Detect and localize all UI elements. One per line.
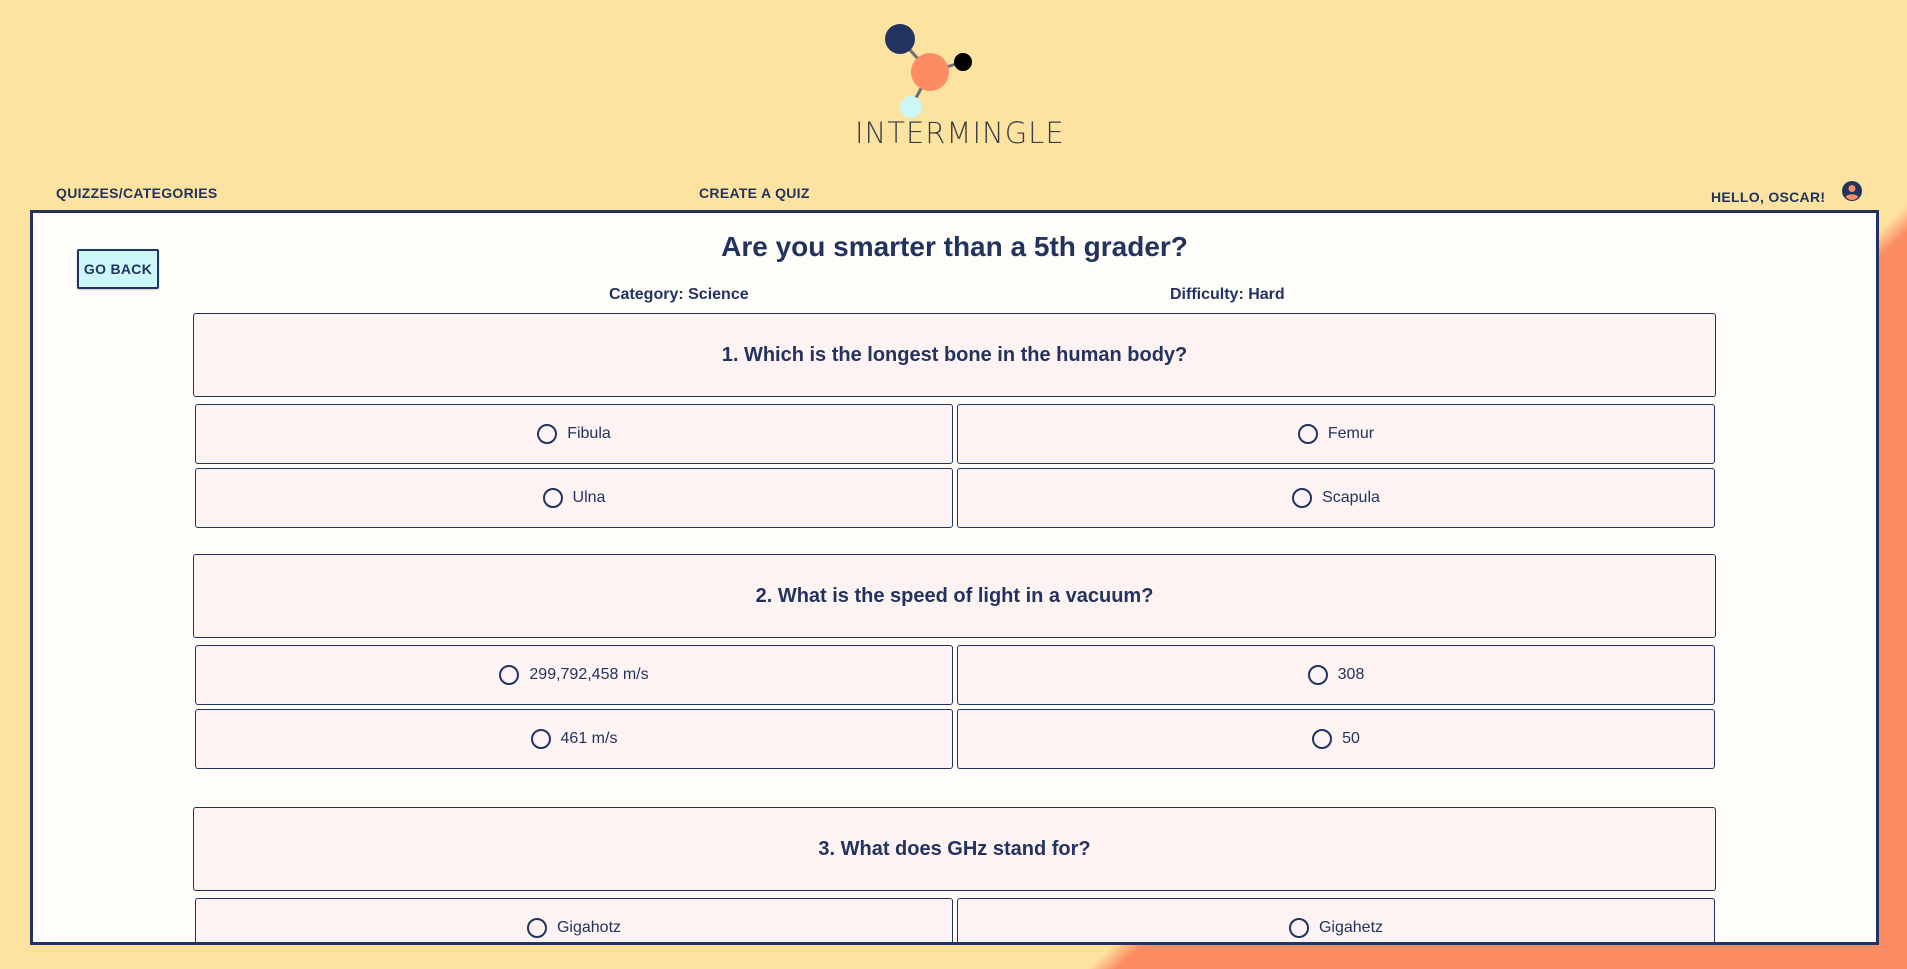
- radio-button[interactable]: [499, 665, 520, 685]
- quiz-panel: GO BACK Are you smarter than a 5th grade…: [30, 210, 1879, 945]
- answer-label: 50: [1342, 730, 1360, 747]
- radio-button[interactable]: [1312, 729, 1333, 749]
- user-circle-icon[interactable]: [1842, 181, 1862, 201]
- radio-button[interactable]: [1297, 424, 1318, 444]
- quiz-category: Category: Science: [609, 286, 749, 303]
- quiz-title: Are you smarter than a 5th grader?: [721, 231, 1188, 262]
- answer-label: Ulna: [572, 489, 606, 506]
- answer-label: Scapula: [1322, 489, 1380, 506]
- radio-button[interactable]: [530, 729, 551, 749]
- radio-button[interactable]: [537, 424, 558, 444]
- molecule-logo-icon: [885, 24, 972, 118]
- answer-label: 299,792,458 m/s: [529, 666, 649, 683]
- nav-create-quiz[interactable]: CREATE A QUIZ: [699, 185, 810, 201]
- quiz-difficulty: Difficulty: Hard: [1170, 286, 1285, 303]
- answer-option[interactable]: Ulna: [195, 468, 953, 528]
- answer-option[interactable]: Scapula: [957, 468, 1715, 528]
- radio-button[interactable]: [1292, 488, 1313, 508]
- answer-label: Gigahetz: [1318, 919, 1384, 936]
- answer-label: Fibula: [567, 425, 611, 442]
- brand-name: INTERMINGLE: [855, 116, 1065, 150]
- answer-option[interactable]: 50: [957, 709, 1715, 769]
- logo[interactable]: INTERMINGLE: [855, 20, 1065, 150]
- answer-label: 461 m/s: [560, 730, 618, 747]
- question-card: 3. What does GHz stand for?: [193, 807, 1716, 891]
- answer-label: Femur: [1327, 425, 1375, 442]
- answer-option[interactable]: Gigahotz: [195, 898, 953, 942]
- answer-option[interactable]: Gigahetz: [957, 898, 1715, 942]
- answer-option[interactable]: Femur: [957, 404, 1715, 464]
- answer-label: Gigahotz: [556, 919, 622, 936]
- answer-option[interactable]: Fibula: [195, 404, 953, 464]
- question-card: 2. What is the speed of light in a vacuu…: [193, 554, 1716, 638]
- radio-button[interactable]: [1288, 918, 1309, 938]
- answer-option[interactable]: 299,792,458 m/s: [195, 645, 953, 705]
- answer-option[interactable]: 461 m/s: [195, 709, 953, 769]
- radio-button[interactable]: [526, 918, 547, 938]
- answer-option[interactable]: 308: [957, 645, 1715, 705]
- radio-button[interactable]: [1307, 665, 1328, 685]
- nav-quizzes-categories[interactable]: QUIZZES/CATEGORIES: [56, 185, 218, 201]
- radio-button[interactable]: [542, 488, 563, 508]
- answer-label: 308: [1337, 666, 1365, 683]
- user-greeting: HELLO, OSCAR!: [1711, 189, 1826, 205]
- question-card: 1. Which is the longest bone in the huma…: [193, 313, 1716, 397]
